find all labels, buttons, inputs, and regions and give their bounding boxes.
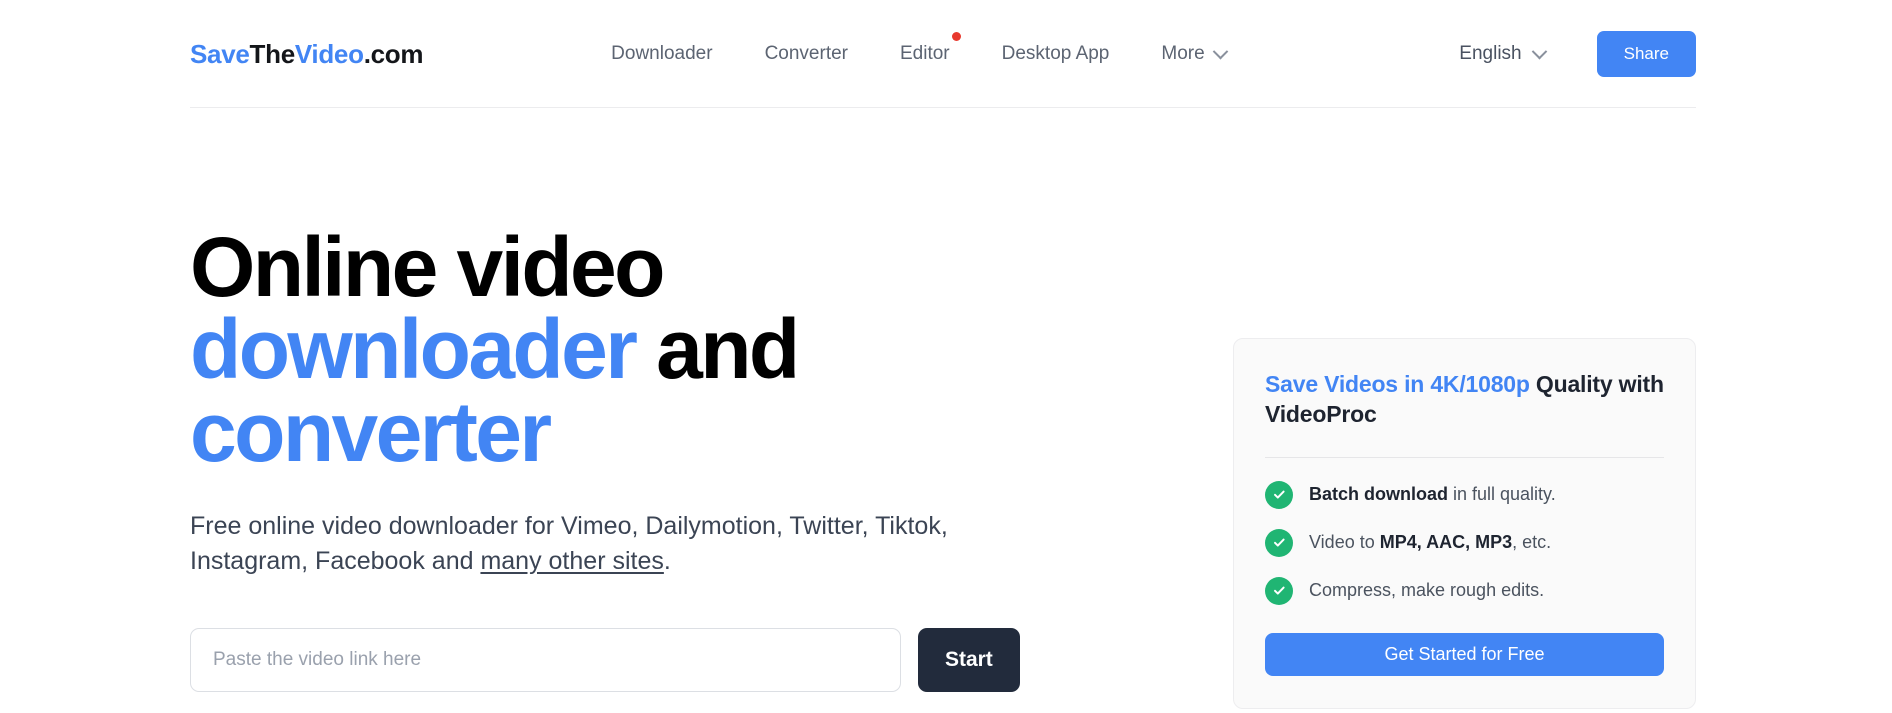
header-right-group: English Share bbox=[1459, 31, 1696, 77]
hero-section: Online video downloader and converter Fr… bbox=[190, 108, 1020, 713]
feature-rest: , etc. bbox=[1512, 532, 1552, 553]
download-form: Start bbox=[190, 627, 1020, 692]
nav-item-desktop-app[interactable]: Desktop App bbox=[1002, 43, 1110, 65]
feature-bold: MP4, AAC, MP3 bbox=[1379, 532, 1513, 553]
feature-item: Compress, make rough edits. bbox=[1265, 576, 1664, 605]
video-url-input[interactable] bbox=[190, 627, 901, 692]
feature-pre: Video to bbox=[1309, 532, 1380, 553]
feature-item: Video to MP4, AAC, MP3, etc. bbox=[1265, 528, 1664, 557]
feature-text: Video to MP4, AAC, MP3, etc. bbox=[1309, 532, 1551, 553]
promo-card-videoproc: Save Videos in 4K/1080p Quality with Vid… bbox=[1233, 338, 1696, 709]
promo-title-highlight: Save Videos in 4K/1080p bbox=[1265, 371, 1530, 397]
check-circle-icon bbox=[1265, 576, 1293, 605]
feature-rest: in full quality. bbox=[1448, 484, 1556, 505]
nav-item-converter[interactable]: Converter bbox=[765, 43, 848, 65]
chevron-down-icon bbox=[1531, 43, 1547, 59]
hero-title-line1: Online video bbox=[190, 220, 665, 314]
page-body: Online video downloader and converter Fr… bbox=[0, 108, 1892, 713]
hero-title-converter: converter bbox=[190, 384, 552, 479]
nav-label-more: More bbox=[1161, 43, 1205, 64]
hero-title-downloader: downloader bbox=[190, 302, 638, 397]
hero-subtitle-period: . bbox=[663, 547, 671, 576]
nav-item-downloader[interactable]: Downloader bbox=[611, 43, 712, 65]
site-header: SaveTheVideo.com Downloader Converter Ed… bbox=[0, 0, 1892, 108]
feature-text: Batch download in full quality. bbox=[1309, 484, 1556, 505]
hero-title-and: and bbox=[635, 302, 800, 397]
nav-label-downloader: Downloader bbox=[611, 43, 713, 64]
page-title: Online video downloader and converter bbox=[190, 225, 1020, 474]
check-circle-icon bbox=[1265, 528, 1293, 557]
language-label: English bbox=[1459, 43, 1522, 64]
feature-item: Batch download in full quality. bbox=[1265, 480, 1664, 509]
nav-label-editor: Editor bbox=[900, 43, 950, 64]
logo-part-com: .com bbox=[363, 38, 424, 69]
nav-item-more[interactable]: More bbox=[1161, 43, 1228, 65]
hero-subtitle: Free online video downloader for Vimeo, … bbox=[190, 509, 980, 580]
nav-item-editor[interactable]: Editor bbox=[900, 32, 961, 65]
check-circle-icon bbox=[1265, 480, 1293, 509]
nav-label-desktop-app: Desktop App bbox=[1001, 43, 1110, 64]
feature-rest: Compress, make rough edits. bbox=[1309, 580, 1545, 601]
card-divider bbox=[1265, 456, 1664, 458]
promo-card-title: Save Videos in 4K/1080p Quality with Vid… bbox=[1265, 369, 1664, 430]
new-badge-dot-icon bbox=[951, 32, 961, 41]
header-divider bbox=[190, 107, 1696, 108]
logo-part-save: Save bbox=[190, 38, 250, 69]
site-logo[interactable]: SaveTheVideo.com bbox=[190, 39, 423, 70]
logo-part-the: The bbox=[249, 38, 296, 69]
promo-sidebar: Save Videos in 4K/1080p Quality with Vid… bbox=[1233, 108, 1696, 713]
logo-part-video: Video bbox=[294, 38, 364, 69]
feature-text: Compress, make rough edits. bbox=[1309, 580, 1544, 601]
main-navigation: Downloader Converter Editor Desktop App … bbox=[611, 32, 1228, 65]
chevron-down-icon bbox=[1212, 43, 1228, 59]
get-started-button[interactable]: Get Started for Free bbox=[1265, 632, 1664, 676]
share-button[interactable]: Share bbox=[1596, 31, 1696, 77]
start-button[interactable]: Start bbox=[917, 627, 1020, 692]
many-other-sites-link[interactable]: many other sites bbox=[480, 547, 663, 575]
feature-bold: Batch download bbox=[1309, 484, 1448, 505]
nav-label-converter: Converter bbox=[764, 43, 848, 64]
language-selector[interactable]: English bbox=[1459, 43, 1547, 65]
